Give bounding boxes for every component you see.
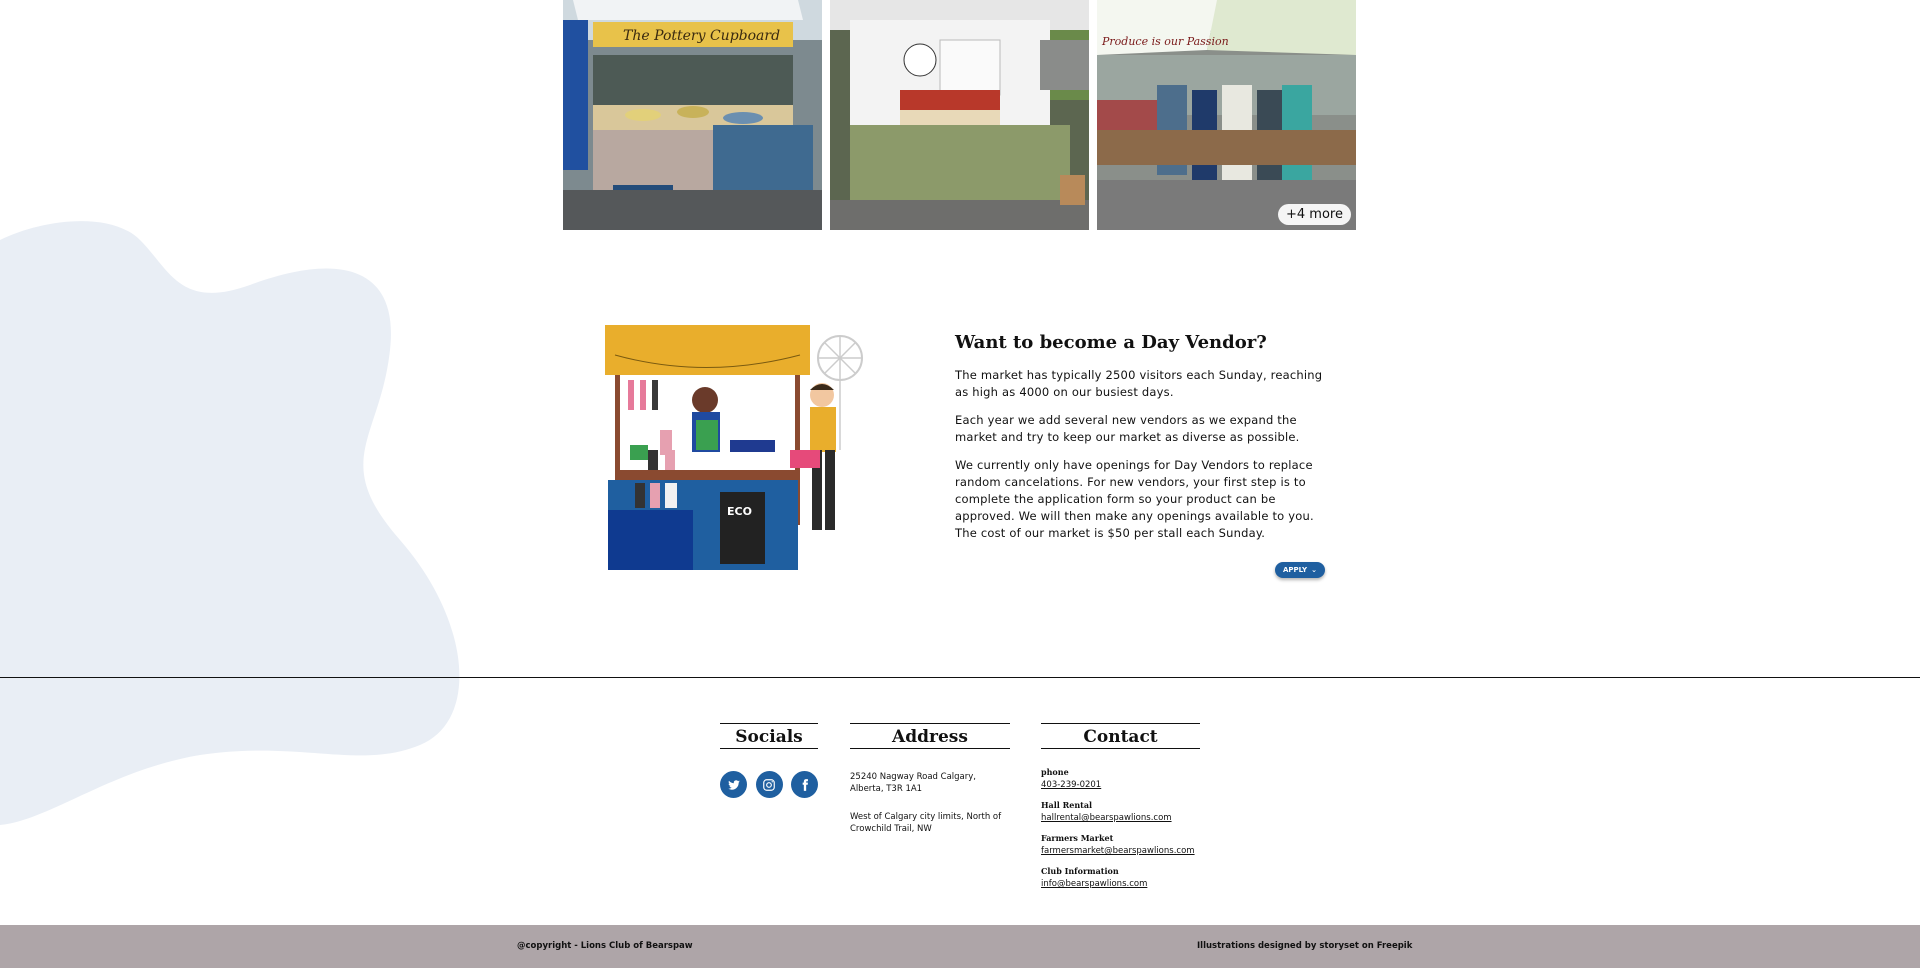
more-photos-badge[interactable]: +4 more [1278,204,1351,225]
page: The Pottery Cupboard Produce is our Pass… [0,0,1920,968]
footer-divider [0,677,1920,678]
instagram-icon[interactable] [755,771,783,798]
contact-phone-link[interactable]: 403-239-0201 [1041,780,1200,790]
day-vendor-section: Want to become a Day Vendor? The market … [955,332,1330,578]
vendor-paragraph-visitors: The market has typically 2500 visitors e… [955,368,1323,399]
illustration-credit[interactable]: Illustrations designed by storyset on Fr… [1197,941,1412,951]
footer-contact: Contact phone 403-239-0201 Hall Rental h… [1041,723,1200,899]
contact-label-club-info: Club Information [1041,866,1119,876]
copyright-text: @copyright - Lions Club of Bearspaw [517,941,693,951]
footer-socials: Socials [720,723,818,798]
eco-sign-text: ECO [727,505,752,518]
contact-club-info-link[interactable]: info@bearspawlions.com [1041,879,1200,889]
socials-heading: Socials [720,723,818,749]
footer-address: Address 25240 Nagway Road Calgary, Alber… [850,723,1010,851]
contact-label-hall-rental: Hall Rental [1041,800,1093,810]
address-directions: West of Calgary city limits, North of Cr… [850,812,1002,834]
background-blob [0,221,460,825]
apply-button-label: APPLY [1283,566,1308,574]
address-heading: Address [850,723,1010,749]
photo-gallery: The Pottery Cupboard Produce is our Pass… [563,0,1358,230]
vendor-paragraph-expansion: Each year we add several new vendors as … [955,413,1300,444]
contact-heading: Contact [1041,723,1200,749]
gallery-photo-produce[interactable]: Produce is our Passion +4 more [1097,0,1356,230]
bottom-bar: @copyright - Lions Club of Bearspaw Illu… [0,925,1920,968]
pottery-sign-text: The Pottery Cupboard [623,28,780,44]
contact-label-farmers-market: Farmers Market [1041,833,1114,843]
facebook-icon[interactable] [791,771,818,798]
gallery-photo-pottery[interactable]: The Pottery Cupboard [563,0,822,230]
contact-label-phone: phone [1041,767,1069,777]
contact-hall-rental-link[interactable]: hallrental@bearspawlions.com [1041,813,1200,823]
chevron-down-icon: ⌄ [1311,566,1317,574]
vendor-paragraph-openings: We currently only have openings for Day … [955,458,1314,540]
twitter-icon[interactable] [720,771,747,798]
market-stall-illustration: ECO [605,325,863,570]
address-line: 25240 Nagway Road Calgary, Alberta, T3R … [850,772,976,794]
apply-button[interactable]: APPLY ⌄ [1275,562,1325,578]
gallery-photo-sauces[interactable] [830,0,1089,230]
contact-farmers-market-link[interactable]: farmersmarket@bearspawlions.com [1041,846,1200,856]
vendor-section-title: Want to become a Day Vendor? [955,332,1267,353]
produce-sign-text: Produce is our Passion [1101,35,1229,48]
